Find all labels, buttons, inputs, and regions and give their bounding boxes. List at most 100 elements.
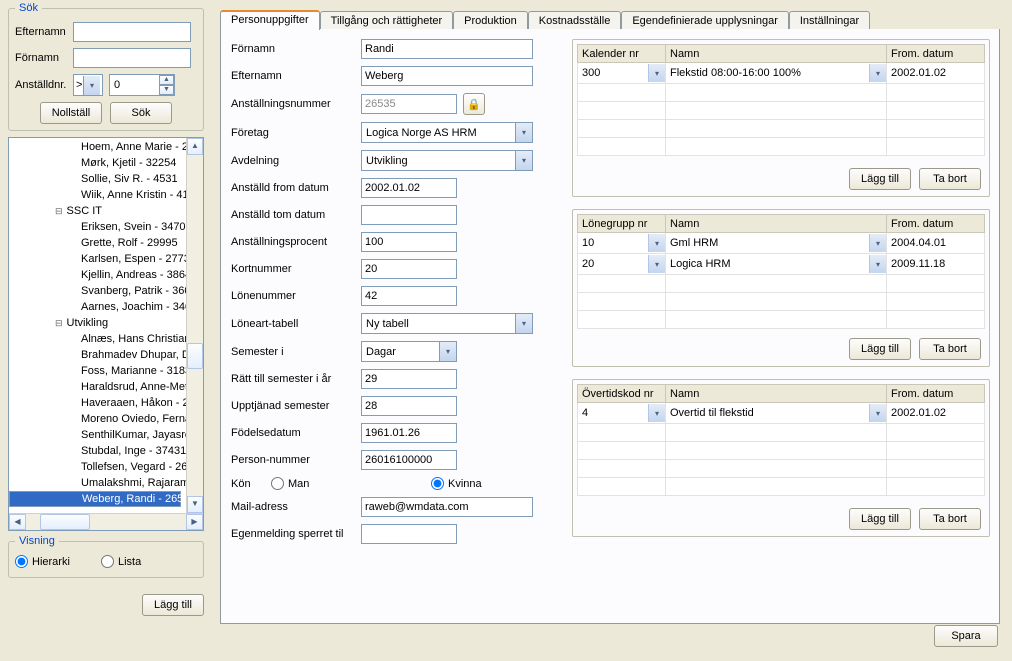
dept-select[interactable]: Utvikling▾: [361, 150, 533, 171]
egen-field[interactable]: [361, 524, 457, 544]
table-row[interactable]: 10▾Gml HRM▾2004.04.01: [578, 233, 985, 254]
paytable-select[interactable]: Ny tabell▾: [361, 313, 533, 334]
row-date-cell[interactable]: 2009.11.18: [887, 254, 984, 274]
search-button[interactable]: Sök: [110, 102, 172, 124]
tree-item[interactable]: Weberg, Randi - 26535: [9, 491, 181, 507]
tree-item[interactable]: Kjellin, Andreas - 38649: [9, 267, 186, 283]
scroll-left-icon[interactable]: ◀: [9, 514, 26, 530]
tree-node[interactable]: SSC IT: [9, 203, 186, 219]
gender-female-radio[interactable]: Kvinna: [431, 477, 561, 490]
tree-item[interactable]: Umalakshmi, Rajaram - 4…: [9, 475, 186, 491]
firstname-field[interactable]: [361, 39, 533, 59]
cardno-field[interactable]: [361, 259, 457, 279]
gender-male-radio[interactable]: Man: [271, 477, 401, 490]
cal-col-no[interactable]: Kalender nr: [578, 45, 666, 63]
tree-item[interactable]: Alnæs, Hans Christian - 2…: [9, 331, 186, 347]
mail-field[interactable]: [361, 497, 533, 517]
tab-egendefinierade-upplysningar[interactable]: Egendefinierade upplysningar: [621, 11, 789, 31]
ssn-field[interactable]: [361, 450, 457, 470]
tree-item[interactable]: Sollie, Siv R. - 4531: [9, 171, 186, 187]
calendar-table[interactable]: Kalender nr Namn From. datum 300▾Fleksti…: [577, 44, 985, 156]
tree-item[interactable]: Mørk, Kjetil - 32254: [9, 155, 186, 171]
tree-item[interactable]: Moreno Oviedo, Fernand…: [9, 411, 186, 427]
reset-button[interactable]: Nollställ: [40, 102, 102, 124]
table-row[interactable]: 4▾Overtid til flekstid▾2002.01.02: [578, 403, 985, 424]
row-date-cell[interactable]: 2004.04.01: [887, 233, 984, 253]
row-name-combo[interactable]: Logica HRM▾: [666, 254, 886, 274]
scroll-right-icon[interactable]: ▶: [186, 514, 203, 530]
row-no-combo[interactable]: 20▾: [578, 254, 665, 274]
ot-add-button[interactable]: Lägg till: [849, 508, 911, 530]
add-employee-button[interactable]: Lägg till: [142, 594, 204, 616]
scroll-down-icon[interactable]: ▼: [187, 496, 203, 513]
ot-del-button[interactable]: Ta bort: [919, 508, 981, 530]
spin-up-icon[interactable]: ▲: [159, 75, 174, 85]
vac-earned-field[interactable]: [361, 396, 457, 416]
cal-del-button[interactable]: Ta bort: [919, 168, 981, 190]
table-row[interactable]: 20▾Logica HRM▾2009.11.18: [578, 254, 985, 275]
view-list-radio[interactable]: Lista: [101, 555, 141, 568]
birth-field[interactable]: [361, 423, 457, 443]
tree-item[interactable]: SenthilKumar, Jayasree - …: [9, 427, 186, 443]
vac-right-field[interactable]: [361, 369, 457, 389]
lock-icon[interactable]: 🔒: [463, 93, 485, 115]
cal-col-name[interactable]: Namn: [666, 45, 887, 63]
scroll-thumb[interactable]: [187, 343, 203, 369]
pay-del-button[interactable]: Ta bort: [919, 338, 981, 360]
pay-add-button[interactable]: Lägg till: [849, 338, 911, 360]
payno-field[interactable]: [361, 286, 457, 306]
hired-to-field[interactable]: [361, 205, 457, 225]
paygroup-table[interactable]: Lönegrupp nr Namn From. datum 10▾Gml HRM…: [577, 214, 985, 329]
spin-down-icon[interactable]: ▼: [159, 85, 174, 95]
tab-personuppgifter[interactable]: Personuppgifter: [220, 10, 320, 30]
tree-item[interactable]: Foss, Marianne - 31835: [9, 363, 186, 379]
tree-item[interactable]: Aarnes, Joachim - 34625: [9, 299, 186, 315]
tab-inst-llningar[interactable]: Inställningar: [789, 11, 870, 31]
row-no-combo[interactable]: 4▾: [578, 403, 665, 423]
employee-tree[interactable]: Hoem, Anne Marie - 26524Mørk, Kjetil - 3…: [8, 137, 204, 531]
row-name-combo[interactable]: Overtid til flekstid▾: [666, 403, 886, 423]
row-no-combo[interactable]: 300▾: [578, 63, 665, 83]
pct-field[interactable]: [361, 232, 457, 252]
tree-item[interactable]: Svanberg, Patrik - 36079: [9, 283, 186, 299]
row-date-cell[interactable]: 2002.01.02: [887, 63, 984, 83]
ot-col-name[interactable]: Namn: [666, 385, 887, 403]
company-select[interactable]: Logica Norge AS HRM▾: [361, 122, 533, 143]
tree-item[interactable]: Karlsen, Espen - 27737: [9, 251, 186, 267]
empno-spinner[interactable]: 0 ▲ ▼: [109, 74, 175, 96]
ot-col-no[interactable]: Övertidskod nr: [578, 385, 666, 403]
lastname-input[interactable]: [73, 22, 191, 42]
pay-col-date[interactable]: From. datum: [887, 215, 985, 233]
pay-col-no[interactable]: Lönegrupp nr: [578, 215, 666, 233]
tree-item[interactable]: Haveraaen, Håkon - 265…: [9, 395, 186, 411]
tree-item[interactable]: Grette, Rolf - 29995: [9, 235, 186, 251]
tree-item[interactable]: Hoem, Anne Marie - 26524: [9, 139, 186, 155]
row-date-cell[interactable]: 2002.01.02: [887, 403, 984, 423]
hscroll-thumb[interactable]: [40, 514, 90, 530]
hired-from-field[interactable]: [361, 178, 457, 198]
firstname-input[interactable]: [73, 48, 191, 68]
cal-col-date[interactable]: From. datum: [887, 45, 985, 63]
tree-item[interactable]: Tollefsen, Vegard - 26548: [9, 459, 186, 475]
tree-item[interactable]: Haraldsrud, Anne-Mette - …: [9, 379, 186, 395]
row-name-combo[interactable]: Flekstid 08:00-16:00 100%▾: [666, 63, 886, 83]
save-button[interactable]: Spara: [934, 625, 998, 647]
row-name-combo[interactable]: Gml HRM▾: [666, 233, 886, 253]
overtime-table[interactable]: Övertidskod nr Namn From. datum 4▾Overti…: [577, 384, 985, 496]
tab-tillg-ng-och-r-ttigheter[interactable]: Tillgång och rättigheter: [320, 11, 454, 31]
row-no-combo[interactable]: 10▾: [578, 233, 665, 253]
ot-col-date[interactable]: From. datum: [887, 385, 985, 403]
lastname-field[interactable]: [361, 66, 533, 86]
tab-produktion[interactable]: Produktion: [453, 11, 528, 31]
horizontal-scrollbar[interactable]: ◀ ▶: [9, 513, 203, 530]
vac-unit-select[interactable]: Dagar▾: [361, 341, 457, 362]
tree-item[interactable]: Eriksen, Svein - 34705: [9, 219, 186, 235]
tree-node[interactable]: Utvikling: [9, 315, 186, 331]
view-hierarchy-radio[interactable]: Hierarki: [15, 555, 70, 568]
tab-kostnadsst-lle[interactable]: Kostnadsställe: [528, 11, 622, 31]
empno-operator-combo[interactable]: > ▾: [73, 74, 103, 96]
pay-col-name[interactable]: Namn: [666, 215, 887, 233]
vertical-scrollbar[interactable]: ▲ ▼: [186, 138, 203, 513]
scroll-up-icon[interactable]: ▲: [187, 138, 203, 155]
tree-item[interactable]: Stubdal, Inge - 37431: [9, 443, 186, 459]
